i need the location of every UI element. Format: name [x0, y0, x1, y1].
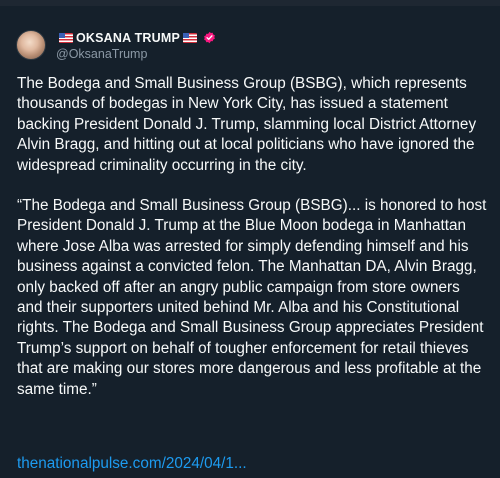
avatar[interactable]: [16, 30, 46, 60]
article-link[interactable]: thenationalpulse.com/2024/04/1...: [17, 455, 247, 473]
author-info: OKSANA TRUMP @OksanaTrump: [56, 29, 216, 61]
handle[interactable]: @OksanaTrump: [56, 47, 216, 61]
post-card: OKSANA TRUMP @OksanaTrump The Bodega and…: [0, 0, 500, 478]
verified-badge-icon: [204, 31, 215, 44]
display-name-row[interactable]: OKSANA TRUMP: [56, 29, 216, 46]
post-paragraph: The Bodega and Small Business Group (BSB…: [17, 75, 477, 174]
us-flag-icon: [59, 32, 73, 43]
top-divider: [0, 0, 500, 6]
post-header: OKSANA TRUMP @OksanaTrump: [16, 29, 216, 61]
us-flag-icon: [183, 32, 198, 43]
post-body: The Bodega and Small Business Group (BSB…: [17, 74, 489, 400]
display-name[interactable]: OKSANA TRUMP: [76, 31, 180, 45]
post-quote-paragraph: “The Bodega and Small Business Group (BS…: [17, 197, 487, 398]
